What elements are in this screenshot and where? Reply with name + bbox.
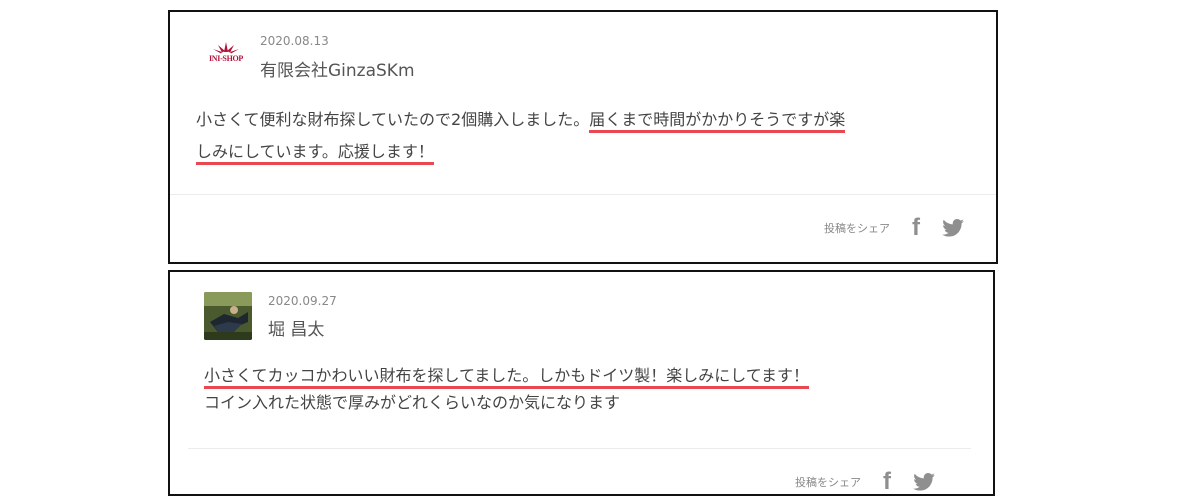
reviewer-name: 有限会社GinzaSKm bbox=[260, 61, 415, 81]
share-bar: 投稿をシェア f bbox=[824, 216, 964, 240]
comment-text: 小さくて便利な財布探していたので2個購入しました。 bbox=[196, 110, 590, 129]
review-comment: 小さくて便利な財布探していたので2個購入しました。届くまで時間がかかりそうですが… bbox=[196, 104, 986, 168]
review-card: INI-SHOP 2020.08.13 有限会社GinzaSKm 小さくて便利な… bbox=[168, 10, 998, 264]
comment-highlight: しみにしています。応援します！ bbox=[196, 142, 434, 165]
review-date: 2020.09.27 bbox=[268, 294, 337, 308]
divider bbox=[188, 448, 971, 449]
avatar bbox=[204, 292, 252, 340]
twitter-icon[interactable] bbox=[942, 219, 964, 237]
divider bbox=[170, 194, 996, 195]
twitter-icon[interactable] bbox=[913, 473, 935, 491]
shop-logo: INI-SHOP bbox=[204, 40, 248, 68]
comment-text: コイン入れた状態で厚みがどれくらいなのか気になります bbox=[204, 393, 621, 412]
shop-logo-text: INI-SHOP bbox=[208, 54, 244, 63]
share-bar: 投稿をシェア f bbox=[795, 470, 935, 494]
comment-highlight: 届くまで時間がかかりそうですが楽 bbox=[589, 110, 846, 133]
share-label: 投稿をシェア bbox=[795, 476, 861, 489]
facebook-icon[interactable]: f bbox=[912, 216, 920, 240]
review-date: 2020.08.13 bbox=[260, 34, 329, 48]
facebook-icon[interactable]: f bbox=[883, 470, 891, 494]
share-label: 投稿をシェア bbox=[824, 222, 890, 235]
review-card: 2020.09.27 堀 昌太 小さくてカッコかわいい財布を探してました。しかも… bbox=[168, 270, 995, 496]
review-comment: 小さくてカッコかわいい財布を探してました。しかもドイツ製！楽しみにしてます！ コ… bbox=[204, 362, 984, 416]
comment-highlight: 小さくてカッコかわいい財布を探してました。しかもドイツ製！楽しみにしてます！ bbox=[204, 366, 809, 389]
reviewer-name: 堀 昌太 bbox=[268, 320, 325, 340]
